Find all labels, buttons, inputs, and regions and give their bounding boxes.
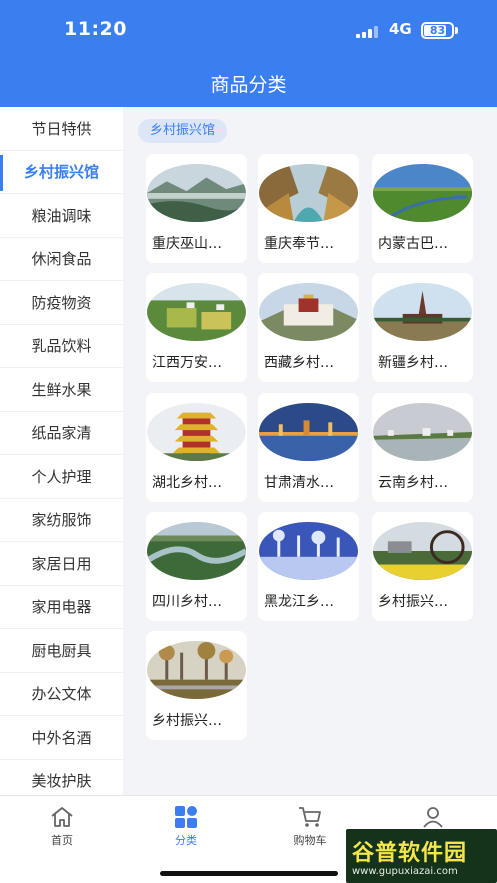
subcategory-card[interactable]: 内蒙古巴… (372, 154, 473, 263)
category-sidebar: 节日特供乡村振兴馆粮油调味休闲食品防疫物资乳品饮料生鲜水果纸品家清个人护理家纺服… (0, 107, 123, 795)
subcategory-image (373, 403, 472, 461)
sidebar-item[interactable]: 休闲食品 (0, 238, 123, 281)
sidebar-item-label: 纸品家清 (31, 424, 92, 443)
sidebar-item[interactable]: 乡村振兴馆 (0, 150, 123, 194)
sidebar-item[interactable]: 家纺服饰 (0, 499, 123, 542)
page-title: 商品分类 (210, 74, 287, 96)
subcategory-card[interactable]: 黑龙江乡… (258, 512, 359, 621)
subcategory-image (147, 522, 246, 580)
sidebar-item[interactable]: 个人护理 (0, 455, 123, 499)
app-header: 11:20 4G 83 商品分类 (0, 0, 497, 107)
subcategory-card[interactable]: 重庆奉节… (258, 154, 359, 263)
status-time: 11:20 (64, 18, 127, 40)
sidebar-item[interactable]: 厨电厨具 (0, 629, 123, 673)
sidebar-item[interactable]: 办公文体 (0, 673, 123, 716)
subcategory-label: 重庆奉节… (264, 236, 334, 252)
subcategory-card[interactable]: 江西万安… (146, 273, 247, 382)
tab-cart[interactable]: 购物车 (270, 804, 350, 848)
tab-label: 首页 (51, 834, 73, 847)
subcategory-card[interactable]: 乡村振兴… (372, 512, 473, 621)
sidebar-item-label: 厨电厨具 (31, 641, 92, 660)
sidebar-item[interactable]: 纸品家清 (0, 412, 123, 455)
subcategory-card[interactable]: 甘肃清水… (258, 393, 359, 502)
subcategory-image (373, 164, 472, 222)
home-icon (49, 804, 75, 830)
subcategory-image (147, 164, 246, 222)
subcategory-image (259, 164, 358, 222)
subcategory-card[interactable]: 乡村振兴… (146, 631, 247, 740)
sidebar-item-label: 美妆护肤 (31, 772, 92, 791)
tab-label: 分类 (175, 834, 197, 847)
subcategory-label: 黑龙江乡… (264, 594, 334, 610)
sidebar-item[interactable]: 美妆护肤 (0, 760, 123, 796)
tab-home[interactable]: 首页 (22, 804, 102, 848)
subcategory-image (147, 283, 246, 341)
sidebar-item-label: 办公文体 (31, 685, 92, 704)
sidebar-item-label: 防疫物资 (31, 293, 92, 312)
category-tag: 乡村振兴馆 (138, 119, 228, 143)
subcategory-label: 湖北乡村… (152, 475, 222, 491)
sidebar-item-label: 家纺服饰 (31, 511, 92, 530)
category-grid-icon (173, 804, 199, 830)
subcategory-card[interactable]: 新疆乡村… (372, 273, 473, 382)
cart-icon (297, 804, 323, 830)
sidebar-item-label: 乳品饮料 (31, 337, 92, 356)
subcategory-panel: 乡村振兴馆 重庆巫山… 重庆奉节… 内蒙古巴… 江西万安… 西藏乡村… 新疆乡村… 湖北乡村… (123, 107, 497, 795)
subcategory-image (259, 522, 358, 580)
sidebar-item[interactable]: 乳品饮料 (0, 325, 123, 368)
subcategory-image (147, 403, 246, 461)
home-indicator (160, 871, 338, 876)
battery-icon: 83 (421, 22, 454, 39)
battery-tip (455, 27, 458, 34)
sidebar-item[interactable]: 节日特供 (0, 107, 123, 151)
sidebar-item[interactable]: 粮油调味 (0, 194, 123, 238)
subcategory-label: 云南乡村… (378, 475, 448, 491)
sidebar-item[interactable]: 防疫物资 (0, 281, 123, 325)
subcategory-label: 江西万安… (152, 355, 222, 371)
subcategory-label: 乡村振兴… (152, 713, 222, 729)
sidebar-item-label: 家居日用 (31, 554, 92, 573)
sidebar-item-label: 乡村振兴馆 (23, 163, 99, 182)
subcategory-label: 四川乡村… (152, 594, 222, 610)
subcategory-card[interactable]: 湖北乡村… (146, 393, 247, 502)
sidebar-item-label: 个人护理 (31, 467, 92, 486)
sidebar-item[interactable]: 生鲜水果 (0, 368, 123, 412)
sidebar-item-label: 家用电器 (31, 598, 92, 617)
subcategory-card[interactable]: 重庆巫山… (146, 154, 247, 263)
subcategory-label: 乡村振兴… (378, 594, 448, 610)
watermark-text: 谷普软件园 (352, 841, 468, 866)
subcategory-label: 甘肃清水… (264, 475, 334, 491)
tab-category-grid[interactable]: 分类 (146, 804, 226, 848)
subcategory-image (259, 403, 358, 461)
subcategory-image (259, 283, 358, 341)
watermark-logo: 谷普软件园 www.gupuxiazai.com (346, 829, 497, 883)
sidebar-item-label: 粮油调味 (31, 206, 92, 225)
sidebar-item-label: 中外名酒 (31, 728, 92, 747)
subcategory-card[interactable]: 四川乡村… (146, 512, 247, 621)
subcategory-label: 重庆巫山… (152, 236, 222, 252)
cellular-signal-icon (356, 26, 378, 38)
tab-label: 购物车 (293, 834, 327, 847)
subcategory-image (373, 283, 472, 341)
subcategory-card[interactable]: 云南乡村… (372, 393, 473, 502)
watermark-url: www.gupuxiazai.com (352, 866, 458, 877)
subcategory-label: 西藏乡村… (264, 355, 334, 371)
sidebar-item[interactable]: 中外名酒 (0, 716, 123, 760)
user-icon (420, 804, 446, 830)
sidebar-item[interactable]: 家用电器 (0, 586, 123, 629)
subcategory-label: 新疆乡村… (378, 355, 448, 371)
network-type: 4G (389, 20, 412, 38)
sidebar-item-label: 生鲜水果 (31, 380, 92, 399)
sidebar-item[interactable]: 家居日用 (0, 542, 123, 586)
sidebar-item-label: 节日特供 (31, 119, 92, 138)
sidebar-item-label: 休闲食品 (31, 250, 92, 269)
status-bar: 11:20 4G 83 (0, 0, 497, 60)
battery-percentage: 83 (429, 24, 446, 37)
subcategory-image (147, 641, 246, 699)
subcategory-label: 内蒙古巴… (378, 236, 448, 252)
subcategory-image (373, 522, 472, 580)
subcategory-card[interactable]: 西藏乡村… (258, 273, 359, 382)
